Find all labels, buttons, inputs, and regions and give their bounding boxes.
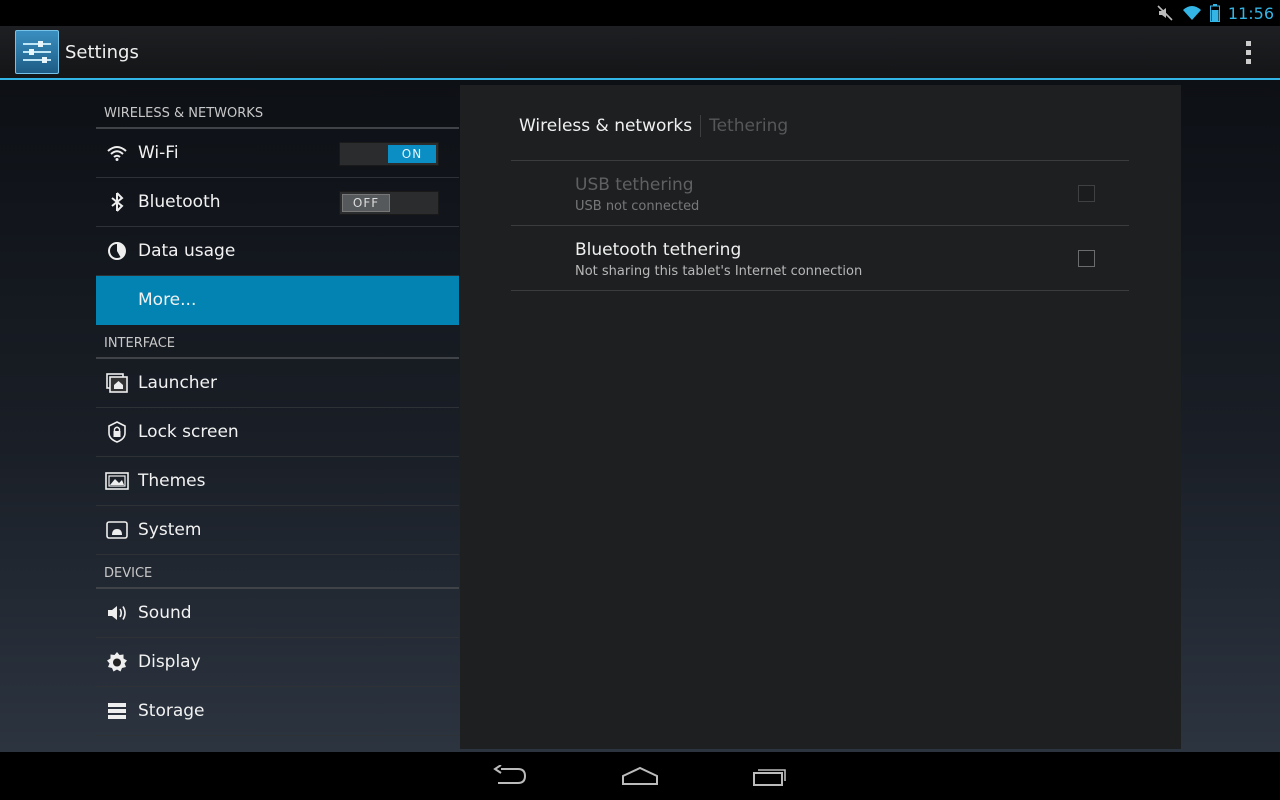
sidebar-item-bluetooth[interactable]: Bluetooth OFF [96, 178, 459, 227]
sidebar-item-themes[interactable]: Themes [96, 457, 459, 506]
pref-title: USB tethering [575, 175, 694, 195]
sidebar-item-sound[interactable]: Sound [96, 589, 459, 638]
bluetooth-icon [104, 189, 130, 215]
pref-summary: Not sharing this tablet's Internet conne… [575, 264, 863, 279]
tab-wireless-networks[interactable]: Wireless & networks [519, 116, 692, 136]
sidebar-item-more[interactable]: More... [96, 276, 459, 325]
sidebar-item-label: Lock screen [138, 422, 239, 442]
home-icon[interactable] [610, 756, 670, 796]
section-header-device: DEVICE [96, 555, 459, 589]
sidebar-item-label: Display [138, 652, 201, 672]
sidebar-item-label: Launcher [138, 373, 218, 393]
sidebar-item-storage[interactable]: Storage [96, 687, 459, 736]
preference-list: USB tethering USB not connected Bluetoot… [511, 160, 1129, 291]
back-icon[interactable] [480, 756, 540, 796]
mute-icon [1156, 4, 1174, 22]
breadcrumb-divider [700, 115, 702, 137]
wifi-icon [104, 140, 130, 166]
settings-headers-list: WIRELESS & NETWORKS Wi-Fi ON Bluetooth O… [96, 80, 459, 752]
detail-pane: Wireless & networks Tethering USB tether… [460, 85, 1181, 749]
status-clock: 11:56 [1227, 3, 1274, 23]
pref-bluetooth-tethering[interactable]: Bluetooth tethering Not sharing this tab… [511, 226, 1129, 291]
pref-summary: USB not connected [575, 199, 700, 214]
sidebar-item-label: Storage [138, 701, 205, 721]
sidebar-item-label: Sound [138, 603, 192, 623]
sidebar-item-launcher[interactable]: Launcher [96, 359, 459, 408]
sidebar-item-label: System [138, 520, 202, 540]
wifi-toggle[interactable]: ON [339, 142, 439, 166]
system-icon [104, 517, 130, 543]
toggle-thumb: OFF [342, 194, 390, 212]
action-bar: Settings [0, 26, 1280, 80]
section-header-interface: INTERFACE [96, 325, 459, 359]
pref-title: Bluetooth tethering [575, 240, 742, 260]
tab-tethering[interactable]: Tethering [709, 116, 788, 136]
lock-icon [104, 419, 130, 445]
data-usage-icon [104, 238, 130, 264]
overflow-menu-icon[interactable] [1238, 32, 1258, 72]
status-bar: 11:56 [0, 0, 1280, 26]
storage-icon [104, 698, 130, 724]
app-title: Settings [65, 41, 139, 63]
sidebar-item-label: Data usage [138, 241, 236, 261]
usb-tethering-checkbox[interactable] [1078, 185, 1095, 202]
settings-sliders-icon[interactable] [15, 30, 59, 74]
sidebar-item-lock-screen[interactable]: Lock screen [96, 408, 459, 457]
brightness-icon [104, 649, 130, 675]
pref-usb-tethering[interactable]: USB tethering USB not connected [511, 161, 1129, 226]
sidebar-item-system[interactable]: System [96, 506, 459, 555]
recent-apps-icon[interactable] [740, 756, 800, 796]
sidebar-item-label: Themes [138, 471, 206, 491]
toggle-thumb: ON [388, 145, 436, 163]
bluetooth-toggle[interactable]: OFF [339, 191, 439, 215]
sidebar-item-display[interactable]: Display [96, 638, 459, 687]
sidebar-item-label: Wi-Fi [138, 143, 179, 163]
sidebar-item-wifi[interactable]: Wi-Fi ON [96, 129, 459, 178]
sidebar-item-data-usage[interactable]: Data usage [96, 227, 459, 276]
battery-icon [1209, 4, 1220, 22]
breadcrumb: Wireless & networks Tethering [519, 115, 788, 137]
sidebar-item-label: Bluetooth [138, 192, 221, 212]
themes-icon [104, 468, 130, 494]
launcher-icon [104, 370, 130, 396]
section-header-wireless: WIRELESS & NETWORKS [96, 80, 459, 129]
wifi-icon [1182, 4, 1202, 22]
sidebar-item-label: More... [138, 290, 197, 310]
navigation-bar [0, 752, 1280, 800]
speaker-icon [104, 600, 130, 626]
bluetooth-tethering-checkbox[interactable] [1078, 250, 1095, 267]
